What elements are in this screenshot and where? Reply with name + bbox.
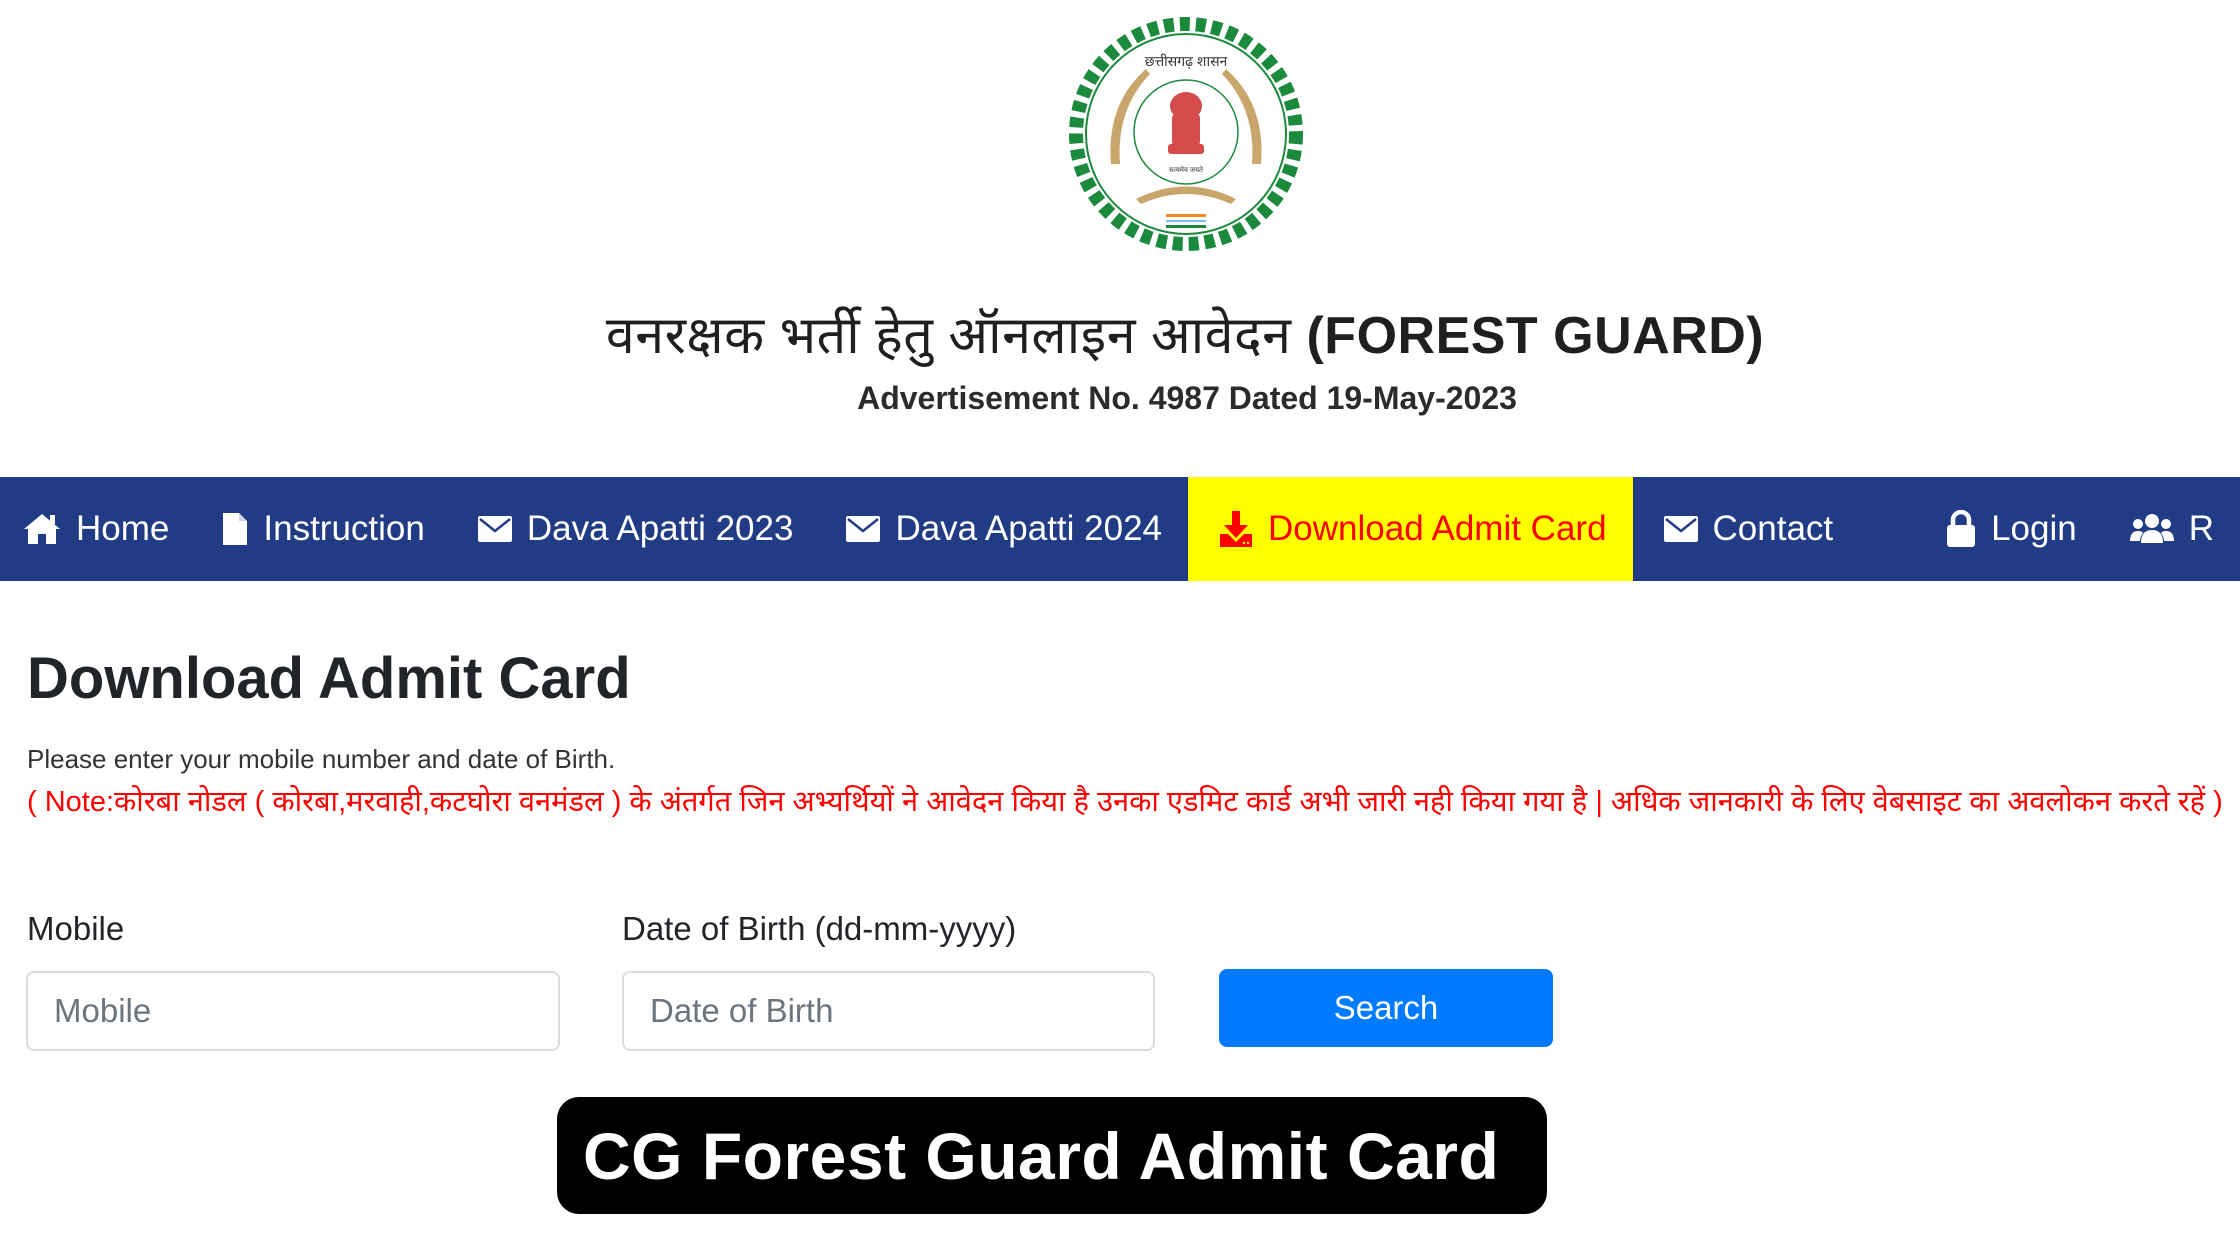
logo-motto: सत्यमेव जयते [1169,165,1204,174]
search-button[interactable]: Search [1219,969,1553,1047]
page: सत्यमेव जयते छत्तीसगढ़ शासन वनरक्षक भर्त… [0,0,2240,1260]
nav-item-label: Download Admit Card [1268,509,1607,548]
logo-top-text: छत्तीसगढ़ शासन [1145,53,1228,69]
users-icon [2129,513,2175,545]
site-title: वनरक्षक भर्ती हेतु ऑनलाइन आवेदन (FOREST … [0,298,2240,369]
envelope-icon [477,515,513,543]
logo-tricolor-orange [1166,214,1206,217]
nav-item-register[interactable]: R [2103,477,2240,581]
site-title-hindi: वनरक्षक भर्ती हेतु ऑनलाइन आवेदन [605,307,1307,365]
lock-icon [1945,510,1977,548]
nav-item-label: Dava Apatti 2023 [526,509,794,548]
file-icon [221,511,249,547]
nav-item-download-admit-card[interactable]: Download Admit Card [1188,477,1633,581]
nav-item-label: Instruction [263,509,425,548]
nav-item-dava-apatti-2023[interactable]: Dava Apatti 2023 [451,477,820,581]
ashoka-emblem-icon [1168,92,1204,154]
nav-item-login[interactable]: Login [1921,477,2103,581]
nav-item-label: Login [1991,509,2077,548]
download-icon [1218,510,1254,548]
site-title-english: (FOREST GUARD) [1306,307,1765,365]
dob-input[interactable] [622,971,1155,1051]
nav-item-instruction[interactable]: Instruction [195,477,450,581]
nav-item-dava-apatti-2024[interactable]: Dava Apatti 2024 [819,477,1188,581]
note-text: ( Note:कोरबा नोडल ( कोरबा,मरवाही,कटघोरा … [27,786,2223,818]
page-title: Download Admit Card [27,646,631,711]
home-icon [22,512,62,546]
envelope-icon [1663,515,1699,543]
dob-label: Date of Birth (dd-mm-yyyy) [622,910,1017,947]
advertisement-info: Advertisement No. 4987 Dated 19-May-2023 [857,380,1517,416]
nav-item-home[interactable]: Home [0,477,195,581]
logo-tricolor-blue [1166,220,1206,222]
envelope-icon [845,515,881,543]
nav-item-contact[interactable]: Contact [1633,477,1863,581]
nav-item-label: Home [76,509,170,548]
main-navbar: Home Instruction Dava Apatti 2023 Dava A… [0,477,2240,581]
mobile-label: Mobile [27,910,125,947]
title-banner: CG Forest Guard Admit Card [557,1097,1547,1214]
nav-item-label: Contact [1712,509,1834,548]
logo-tricolor-green [1166,225,1206,228]
help-text: Please enter your mobile number and date… [27,744,616,774]
nav-item-label: Dava Apatti 2024 [895,509,1163,548]
banner-text: CG Forest Guard Admit Card [583,1118,1500,1193]
mobile-input[interactable] [26,971,560,1051]
nav-item-label: R [2188,509,2214,548]
chhattisgarh-emblem-logo: सत्यमेव जयते छत्तीसगढ़ शासन [1066,14,1306,254]
